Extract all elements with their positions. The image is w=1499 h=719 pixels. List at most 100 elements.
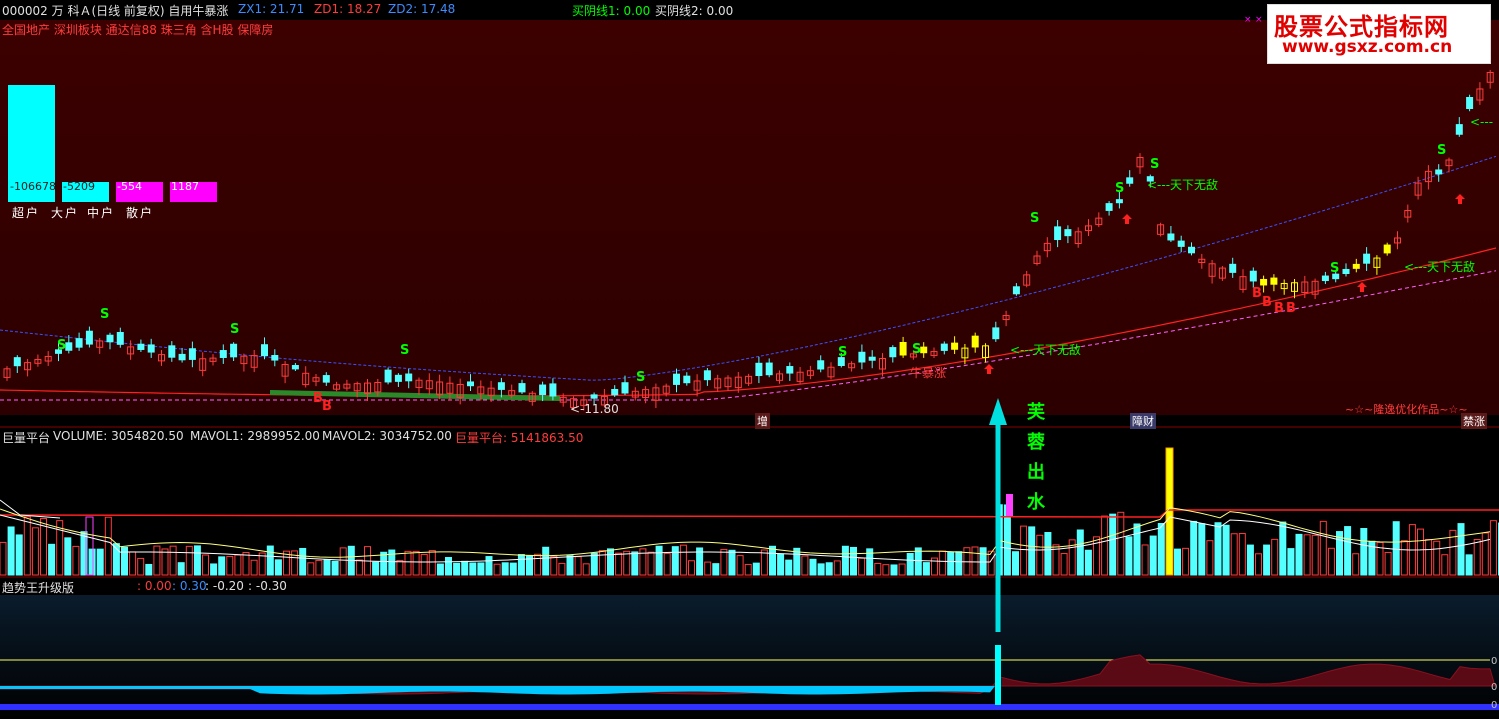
furong-signal-bar bbox=[995, 645, 1001, 705]
volume-bar bbox=[939, 550, 947, 576]
signal-s-marker: S bbox=[230, 322, 239, 337]
signal-s-marker: S bbox=[1030, 211, 1039, 226]
volume-bar bbox=[647, 551, 655, 576]
volume-bar bbox=[404, 550, 412, 576]
volume-bar bbox=[501, 562, 509, 576]
candle-body bbox=[765, 362, 773, 376]
volume-bar bbox=[1360, 528, 1368, 576]
signal-s-marker: S bbox=[1115, 181, 1124, 196]
volume-bar bbox=[355, 559, 363, 576]
axis-tick-label: 0 bbox=[1491, 656, 1497, 667]
volume-bar bbox=[1238, 533, 1246, 576]
volume-bar bbox=[1246, 544, 1254, 576]
money-mid-label: 中户 bbox=[87, 206, 116, 220]
juliang-platform-line bbox=[0, 509, 1499, 518]
volume-bar bbox=[955, 551, 963, 576]
trend-level-low bbox=[0, 704, 1499, 710]
candle-body bbox=[271, 355, 279, 361]
tianxia-label-1: <---天下无敌 bbox=[1147, 178, 1219, 192]
ma-short-line bbox=[0, 270, 1497, 401]
signal-b-marker: B bbox=[1262, 295, 1272, 310]
trend-panel-name[interactable]: 趋势王升级版 bbox=[2, 579, 74, 596]
candle-body bbox=[940, 343, 948, 351]
volume-bar bbox=[31, 527, 39, 576]
volume-bar bbox=[299, 547, 307, 576]
candle-body bbox=[1466, 97, 1474, 110]
candle-body bbox=[889, 347, 897, 358]
signal-s-marker: S bbox=[1150, 157, 1159, 172]
volume-bar bbox=[145, 563, 153, 576]
volume-bar bbox=[712, 563, 720, 576]
volume-bar bbox=[1125, 536, 1133, 576]
money-superlarge-value: -106678 bbox=[10, 180, 56, 193]
volume-bar bbox=[736, 555, 744, 576]
volume-bar bbox=[1489, 520, 1497, 576]
candle-body bbox=[1270, 277, 1278, 285]
candle-body bbox=[683, 375, 691, 384]
volume-bar bbox=[461, 560, 469, 576]
volume-bar bbox=[1117, 511, 1125, 576]
candle-body bbox=[549, 383, 557, 397]
candle-body bbox=[1115, 199, 1123, 204]
money-mid-value: -554 bbox=[117, 180, 142, 193]
volume-bar bbox=[453, 562, 461, 576]
volume-bar bbox=[129, 551, 137, 576]
volume-bar bbox=[809, 558, 817, 576]
volume-bar bbox=[550, 555, 558, 576]
signal-b-marker: B bbox=[1274, 301, 1284, 316]
volume-bar bbox=[1263, 544, 1271, 576]
candle-body bbox=[168, 345, 176, 358]
candle-body bbox=[868, 356, 876, 361]
candle-body bbox=[137, 343, 145, 350]
volume-bar bbox=[1481, 532, 1489, 576]
volume-panel-header: 巨量平台 VOLUME: 3054820.50 MAVOL1: 2989952.… bbox=[0, 428, 1499, 446]
volume-bar bbox=[1198, 523, 1206, 576]
volume-bar bbox=[979, 547, 987, 576]
volume-bar bbox=[1230, 533, 1238, 576]
volume-bar bbox=[1157, 522, 1165, 576]
volume-bar bbox=[825, 562, 833, 576]
volume-bar bbox=[307, 562, 315, 576]
volume-bar bbox=[744, 563, 752, 576]
volume-bar bbox=[801, 555, 809, 576]
candle-body bbox=[1455, 124, 1463, 135]
trend-v2: : 0.30 bbox=[172, 579, 207, 593]
volume-bar bbox=[250, 559, 258, 576]
volume-bar bbox=[428, 550, 436, 576]
volume-bar bbox=[185, 545, 193, 576]
volume-bar bbox=[266, 545, 274, 576]
volume-bar bbox=[7, 526, 15, 576]
volume-bar bbox=[1222, 524, 1230, 576]
candle-body bbox=[75, 338, 83, 348]
volume-bar bbox=[477, 562, 485, 576]
volume-bar bbox=[882, 564, 890, 576]
signal-s-marker: S bbox=[100, 307, 109, 322]
mark-zeng: 增 bbox=[755, 413, 770, 429]
volume-bar bbox=[331, 560, 339, 576]
volume-bar bbox=[615, 552, 623, 576]
low-price-label: <-11.80 bbox=[570, 402, 619, 416]
volume-bar bbox=[1060, 553, 1068, 576]
volume-bar bbox=[517, 554, 525, 576]
volume-bar bbox=[64, 537, 72, 576]
volume-bar bbox=[785, 559, 793, 576]
buy-arrow-icon bbox=[984, 364, 994, 374]
candle-body bbox=[394, 374, 402, 382]
volume-bar bbox=[1295, 533, 1303, 576]
signal-b-marker: B bbox=[1286, 301, 1296, 316]
volume-bar bbox=[922, 562, 930, 576]
volume-panel-name[interactable]: 巨量平台 bbox=[2, 429, 50, 446]
candle-body bbox=[85, 330, 93, 345]
candle-body bbox=[467, 381, 474, 387]
candle-body bbox=[116, 331, 124, 345]
volume-bar bbox=[1044, 532, 1052, 576]
trend-v4: : -0.30 bbox=[248, 579, 287, 593]
candle-body bbox=[405, 373, 413, 382]
volume-bar bbox=[210, 563, 218, 576]
candle-body bbox=[384, 369, 392, 383]
signal-s-marker: S bbox=[400, 343, 409, 358]
volume-bar bbox=[1473, 538, 1481, 576]
logo-url: www.gsxz.com.cn bbox=[1282, 37, 1453, 57]
candle-body bbox=[1342, 268, 1350, 275]
buy-arrow-icon bbox=[1357, 282, 1367, 292]
